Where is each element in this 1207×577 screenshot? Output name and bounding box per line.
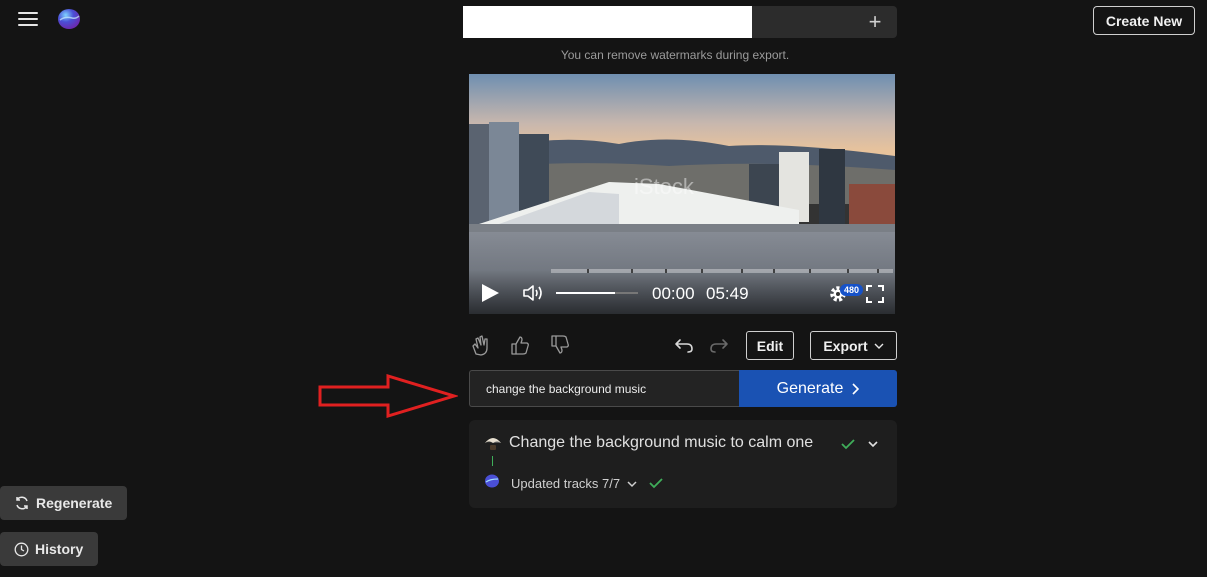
fullscreen-icon[interactable] bbox=[866, 285, 884, 303]
redo-icon[interactable] bbox=[707, 334, 729, 356]
svg-text:iStock: iStock bbox=[634, 174, 695, 199]
duration: 05:49 bbox=[706, 284, 749, 303]
music-parachute-icon bbox=[485, 438, 501, 450]
create-new-button[interactable]: Create New bbox=[1093, 6, 1195, 35]
hamburger-menu-icon[interactable] bbox=[18, 12, 38, 28]
play-icon[interactable] bbox=[479, 282, 501, 304]
volume-slider[interactable] bbox=[556, 292, 638, 294]
history-label: History bbox=[35, 541, 84, 557]
thumbs-up-icon[interactable] bbox=[509, 334, 531, 356]
export-label: Export bbox=[823, 337, 868, 354]
project-title-input[interactable] bbox=[463, 6, 752, 38]
add-button[interactable]: + bbox=[855, 6, 895, 38]
thumbs-down-icon[interactable] bbox=[549, 334, 571, 356]
check-icon bbox=[841, 439, 855, 450]
clock-icon bbox=[14, 542, 29, 556]
task-subtitle: Updated tracks 7/7 bbox=[511, 476, 621, 491]
task-card: Change the background music to calm one … bbox=[469, 420, 897, 508]
clap-icon[interactable] bbox=[470, 334, 492, 356]
chevron-down-icon[interactable] bbox=[626, 479, 638, 489]
edit-button[interactable]: Edit bbox=[746, 331, 794, 360]
check-icon bbox=[649, 478, 663, 489]
generate-label: Generate bbox=[776, 379, 844, 397]
generate-button[interactable]: Generate bbox=[739, 370, 897, 407]
chevron-down-icon[interactable] bbox=[867, 439, 879, 449]
history-button[interactable]: History bbox=[0, 532, 98, 566]
undo-icon[interactable] bbox=[674, 334, 696, 356]
watermark-note: You can remove watermarks during export. bbox=[560, 48, 790, 62]
annotation-arrow-icon bbox=[318, 374, 458, 418]
connector-line bbox=[492, 456, 493, 466]
app-logo-icon[interactable] bbox=[56, 6, 82, 32]
regenerate-button[interactable]: Regenerate bbox=[0, 486, 127, 520]
prompt-input[interactable] bbox=[469, 370, 740, 407]
video-player[interactable]: iStock 00:00 05:49 480 bbox=[469, 74, 895, 314]
task-title: Change the background music to calm one bbox=[509, 434, 814, 451]
refresh-icon bbox=[16, 496, 28, 510]
progress-bar[interactable] bbox=[551, 269, 893, 273]
app-logo-icon bbox=[485, 474, 499, 488]
export-button[interactable]: Export bbox=[810, 331, 897, 360]
chevron-right-icon bbox=[852, 382, 860, 395]
chevron-down-icon bbox=[874, 343, 884, 349]
quality-badge: 480 bbox=[840, 284, 864, 296]
current-time: 00:00 bbox=[652, 284, 695, 303]
regenerate-label: Regenerate bbox=[36, 495, 113, 511]
plus-icon: + bbox=[868, 9, 882, 34]
volume-icon[interactable] bbox=[522, 283, 546, 303]
